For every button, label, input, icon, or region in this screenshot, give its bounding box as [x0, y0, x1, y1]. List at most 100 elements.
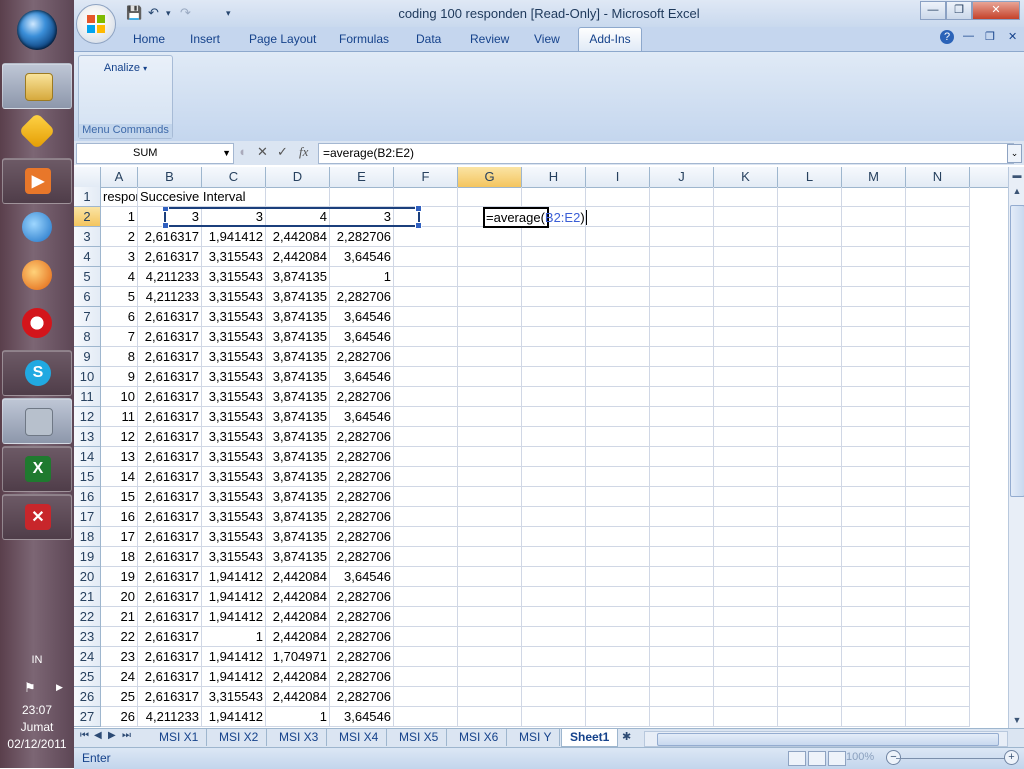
cell[interactable]: 3,874135: [266, 307, 330, 327]
cell[interactable]: 2,282706: [330, 347, 394, 367]
cell[interactable]: [586, 587, 650, 607]
cell[interactable]: [778, 187, 842, 207]
cell[interactable]: [906, 607, 970, 627]
cell[interactable]: 2,616317: [138, 467, 202, 487]
cell[interactable]: responde: [101, 187, 138, 207]
cell[interactable]: [778, 687, 842, 707]
cell[interactable]: [842, 707, 906, 727]
cell[interactable]: [714, 207, 778, 227]
cell[interactable]: 3,874135: [266, 447, 330, 467]
cell[interactable]: [586, 247, 650, 267]
cell[interactable]: 22: [101, 627, 138, 647]
first-sheet-icon[interactable]: ⏮: [80, 730, 89, 741]
cell[interactable]: [650, 287, 714, 307]
row-header[interactable]: 25: [74, 667, 101, 687]
pdf-taskbar-button[interactable]: ✕: [2, 494, 72, 540]
cell[interactable]: 3,874135: [266, 327, 330, 347]
cell[interactable]: 19: [101, 567, 138, 587]
cell[interactable]: [778, 447, 842, 467]
cell[interactable]: [458, 667, 522, 687]
office-button[interactable]: [76, 4, 116, 44]
cell[interactable]: 1,704971: [266, 647, 330, 667]
cell[interactable]: 2,616317: [138, 587, 202, 607]
cell[interactable]: [522, 367, 586, 387]
cell[interactable]: 2,616317: [138, 687, 202, 707]
tab-view[interactable]: View: [534, 32, 560, 46]
cell[interactable]: [522, 327, 586, 347]
cell[interactable]: [778, 227, 842, 247]
cell[interactable]: [522, 707, 586, 727]
cell[interactable]: 2,616317: [138, 347, 202, 367]
cell[interactable]: 3,315543: [202, 327, 266, 347]
cell[interactable]: [714, 647, 778, 667]
row-header[interactable]: 18: [74, 527, 101, 547]
cell[interactable]: [586, 327, 650, 347]
cell[interactable]: [586, 407, 650, 427]
skype-taskbar-button[interactable]: S: [2, 350, 72, 396]
cell[interactable]: 2,616317: [138, 387, 202, 407]
cell[interactable]: 2,442084: [266, 607, 330, 627]
cell[interactable]: [714, 267, 778, 287]
cell[interactable]: [778, 407, 842, 427]
row-header[interactable]: 17: [74, 507, 101, 527]
column-header-l[interactable]: L: [778, 167, 842, 187]
cell[interactable]: 3,64546: [330, 307, 394, 327]
media-player-taskbar-button[interactable]: ▶: [2, 158, 72, 204]
cell[interactable]: 2,616317: [138, 447, 202, 467]
cell[interactable]: [586, 447, 650, 467]
cell[interactable]: [458, 407, 522, 427]
row-header[interactable]: 10: [74, 367, 101, 387]
cell[interactable]: [394, 527, 458, 547]
cell[interactable]: [842, 507, 906, 527]
cell[interactable]: 2,442084: [266, 587, 330, 607]
cell[interactable]: [458, 647, 522, 667]
cell[interactable]: [778, 287, 842, 307]
cell[interactable]: [714, 467, 778, 487]
cell[interactable]: [522, 407, 586, 427]
cell[interactable]: [522, 667, 586, 687]
cell[interactable]: [458, 327, 522, 347]
cell[interactable]: [650, 647, 714, 667]
cell[interactable]: 21: [101, 607, 138, 627]
normal-view-icon[interactable]: [788, 751, 806, 766]
cell[interactable]: 15: [101, 487, 138, 507]
cell[interactable]: [778, 247, 842, 267]
cell[interactable]: [522, 687, 586, 707]
redo-icon[interactable]: ↷: [180, 5, 191, 21]
page-layout-view-icon[interactable]: [808, 751, 826, 766]
cell[interactable]: 3,315543: [202, 547, 266, 567]
cell[interactable]: [842, 407, 906, 427]
cell[interactable]: [586, 387, 650, 407]
cell[interactable]: [906, 567, 970, 587]
cell[interactable]: [458, 487, 522, 507]
cell[interactable]: [714, 187, 778, 207]
cell[interactable]: 17: [101, 527, 138, 547]
cell[interactable]: [522, 307, 586, 327]
cell[interactable]: [586, 367, 650, 387]
cell[interactable]: [458, 227, 522, 247]
cell[interactable]: [586, 427, 650, 447]
cell[interactable]: 3,874135: [266, 347, 330, 367]
name-box[interactable]: SUM ▼: [76, 143, 234, 164]
cell[interactable]: [650, 667, 714, 687]
cell[interactable]: [842, 247, 906, 267]
cell[interactable]: 1,941412: [202, 647, 266, 667]
cell[interactable]: [394, 307, 458, 327]
cell[interactable]: [650, 467, 714, 487]
cell[interactable]: [906, 527, 970, 547]
cell[interactable]: [394, 467, 458, 487]
cell[interactable]: 3,315543: [202, 527, 266, 547]
cell[interactable]: 3: [101, 247, 138, 267]
cell[interactable]: [650, 327, 714, 347]
cell[interactable]: 3,874135: [266, 547, 330, 567]
cell[interactable]: [522, 427, 586, 447]
cell[interactable]: 2,282706: [330, 667, 394, 687]
row-header[interactable]: 20: [74, 567, 101, 587]
name-box-dropdown-icon[interactable]: ▼: [222, 144, 231, 163]
row-header[interactable]: 5: [74, 267, 101, 287]
cell[interactable]: [522, 587, 586, 607]
cell[interactable]: [650, 587, 714, 607]
zoom-level[interactable]: 100%: [846, 751, 874, 763]
cell[interactable]: [394, 687, 458, 707]
cell[interactable]: [522, 487, 586, 507]
